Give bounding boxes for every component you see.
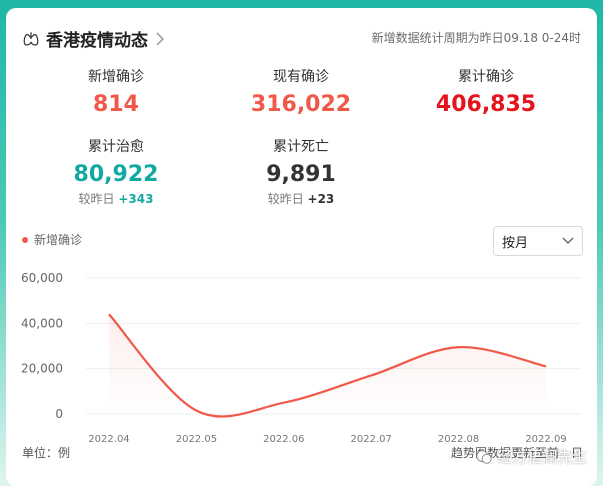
delta-prefix: 较昨日 — [78, 192, 115, 206]
delta-prefix: 较昨日 — [267, 192, 304, 206]
stat-label: 现有确诊 — [273, 69, 329, 85]
legend-label: 新增确诊 — [34, 233, 83, 247]
card-header[interactable]: 香港疫情动态 — [22, 26, 164, 51]
stat-label: 累计确诊 — [458, 69, 514, 85]
stat-total-confirmed: 累计确诊 406,835 — [391, 66, 581, 118]
stat-value: 814 — [93, 92, 139, 117]
series-area — [109, 314, 546, 417]
y-tick-label: 40,000 — [21, 316, 63, 330]
stat-delta: 较昨日 +343 — [21, 190, 211, 207]
stat-current-confirmed: 现有确诊 316,022 — [206, 66, 396, 118]
x-tick-label: 2022.07 — [351, 434, 392, 445]
delta-value: +23 — [307, 192, 335, 206]
stat-label: 累计死亡 — [273, 139, 329, 155]
x-tick-label: 2022.04 — [88, 434, 129, 445]
stat-new-confirmed: 新增确诊 814 — [21, 66, 211, 118]
range-select[interactable]: 按月 — [493, 226, 583, 256]
stat-total-recovered: 累计治愈 80,922 较昨日 +343 — [21, 136, 211, 207]
legend-dot — [22, 236, 28, 243]
stat-label: 累计治愈 — [88, 139, 144, 155]
chevron-right-icon[interactable] — [156, 31, 164, 46]
stat-value: 406,835 — [435, 92, 537, 117]
delta-value: +343 — [118, 192, 154, 206]
card-title: 香港疫情动态 — [46, 31, 148, 51]
chart-legend: 新增确诊 — [22, 231, 82, 248]
y-tick-label: 60,000 — [21, 271, 63, 285]
stat-value: 80,922 — [73, 162, 159, 187]
unit-label: 单位：例 — [22, 446, 71, 460]
stat-label: 新增确诊 — [88, 69, 144, 85]
stat-value: 9,891 — [266, 162, 336, 187]
epidemic-card: 香港疫情动态 新增数据统计周期为昨日09.18 0-24时 新增确诊 814 现… — [6, 8, 597, 486]
range-select-value: 按月 — [502, 235, 529, 251]
chevron-down-icon — [562, 237, 574, 244]
wechat-icon — [476, 449, 492, 464]
lung-icon — [23, 31, 39, 46]
stat-delta: 较昨日 +23 — [206, 190, 396, 207]
y-tick-label: 20,000 — [21, 362, 63, 376]
watermark-text: 经方悟澜先生 — [496, 448, 587, 466]
trend-chart: 0 20,000 40,000 60,000 2022.04 2022.05 2022.0… — [21, 271, 581, 445]
watermark: 经方悟澜先生 — [475, 446, 587, 467]
x-tick-label: 2022.06 — [263, 434, 304, 445]
stat-total-deaths: 累计死亡 9,891 较昨日 +23 — [206, 136, 396, 207]
x-tick-label: 2022.05 — [176, 434, 217, 445]
stat-value: 316,022 — [250, 92, 352, 117]
y-tick-label: 0 — [55, 407, 63, 421]
stat-period: 新增数据统计周期为昨日09.18 0-24时 — [371, 31, 581, 45]
